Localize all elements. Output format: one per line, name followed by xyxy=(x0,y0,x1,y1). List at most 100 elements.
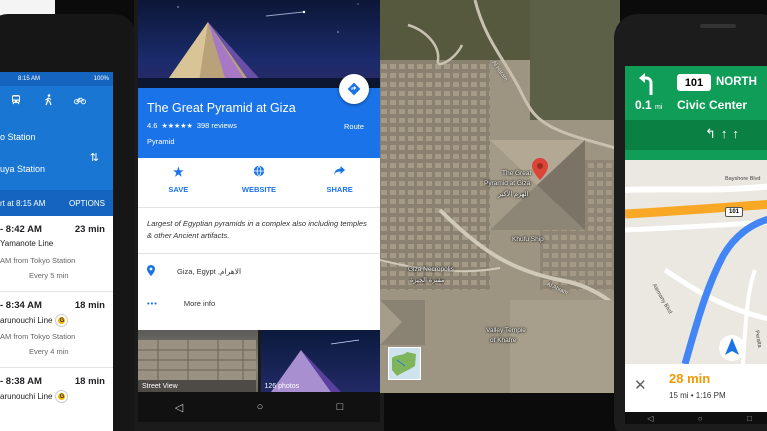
navigation-phone: 101 NORTH 0.1 mi Civic Center ↰↑↑ Baysho… xyxy=(614,14,767,431)
route-line: Yamanote Line xyxy=(0,239,53,248)
route-line-name: Yamanote Line xyxy=(0,239,54,248)
eta-time: 28 min xyxy=(669,371,711,386)
options-button[interactable]: OPTIONS xyxy=(69,199,105,208)
website-button[interactable]: WEBSITE xyxy=(229,165,289,207)
bayshore-label: Bayshore Blvd xyxy=(725,176,761,182)
direction-label: NORTH xyxy=(716,76,757,88)
route-duration: 18 min xyxy=(74,300,105,311)
android-nav-bar: ◁ ○ □ xyxy=(138,392,380,422)
place-rating: 4.6 ★★★★★ 398 reviews xyxy=(147,121,237,130)
route-time: - 8:38 AM xyxy=(0,376,42,387)
more-dots-icon: ••• xyxy=(147,298,158,308)
route-line-name: arunouchi Line xyxy=(0,316,53,325)
place-description: Largest of Egyptian pyramids in a comple… xyxy=(138,208,380,254)
status-bar: 8:15 AM 100% xyxy=(0,72,113,86)
khufu-ship-label: Khufu Ship xyxy=(512,236,544,243)
location-pin-icon xyxy=(147,264,155,278)
place-details: ★ SAVE WEBSITE SHARE Largest of Egyptian… xyxy=(138,158,380,330)
rating-value: 4.6 xyxy=(147,121,158,130)
swap-icon[interactable]: ⇅ xyxy=(90,151,99,164)
pyramid-illustration xyxy=(138,3,380,88)
back-icon[interactable]: ◁ xyxy=(175,401,183,414)
route-frequency: Every 5 min xyxy=(29,271,69,280)
eta-panel: ✕ 28 min 15 mi • 1:16 PM xyxy=(625,364,767,412)
home-icon[interactable]: ○ xyxy=(698,414,703,423)
directions-icon xyxy=(347,82,361,96)
rating-stars: ★★★★★ xyxy=(161,122,193,130)
speaker-grille xyxy=(700,24,736,28)
bike-icon[interactable] xyxy=(74,94,86,106)
route-line: arunouchi Line G xyxy=(0,391,68,402)
route-departure: AM from Tokyo Station xyxy=(0,256,76,265)
route-duration: 23 min xyxy=(74,224,105,235)
route-line-name: arunouchi Line xyxy=(0,392,53,401)
map-thumbnail-icon[interactable] xyxy=(388,347,421,380)
route-time: - 8:42 AM xyxy=(0,224,42,235)
highway-shield: 101 xyxy=(677,74,711,91)
pyramid-photo[interactable] xyxy=(138,0,380,88)
place-header: The Great Pyramid at Giza 4.6 ★★★★★ 398 … xyxy=(138,74,380,158)
route-option[interactable]: - 8:34 AM 18 min arunouchi Line G AM from… xyxy=(0,292,113,368)
save-button[interactable]: ★ SAVE xyxy=(148,165,208,207)
transit-icon[interactable] xyxy=(10,94,22,106)
route-option[interactable]: - 8:38 AM 18 min arunouchi Line G xyxy=(0,368,113,431)
more-info-label: More info xyxy=(183,298,216,308)
save-label: SAVE xyxy=(168,185,189,194)
route-option[interactable]: - 8:42 AM 23 min Yamanote Line AM from T… xyxy=(0,216,113,292)
place-title: The Great Pyramid at Giza xyxy=(147,101,296,115)
map-pin-icon[interactable] xyxy=(532,158,548,180)
street-name: Civic Center xyxy=(677,98,748,112)
navigation-screen: 101 NORTH 0.1 mi Civic Center ↰↑↑ Baysho… xyxy=(625,66,767,424)
route-departure: AM from Tokyo Station xyxy=(0,332,76,341)
place-phone: The Great Pyramid at Giza 4.6 ★★★★★ 398 … xyxy=(134,0,384,431)
necropolis-label: Giza Necropolis xyxy=(408,266,454,273)
globe-icon xyxy=(253,165,265,179)
distance-value: 0.1 xyxy=(635,98,652,112)
turn-left-icon xyxy=(637,73,657,101)
route-frequency: Every 4 min xyxy=(29,347,69,356)
turn-banner: 101 NORTH 0.1 mi Civic Center ↰↑↑ xyxy=(625,66,767,160)
share-icon xyxy=(333,165,346,179)
navigation-map[interactable] xyxy=(625,160,767,364)
lane-guidance xyxy=(625,120,767,150)
line-badge-icon: G xyxy=(56,391,68,402)
share-button[interactable]: SHARE xyxy=(310,165,370,207)
android-nav-bar: ◁ ○ □ xyxy=(625,412,767,424)
origin-field[interactable]: o Station xyxy=(0,132,36,142)
transit-phone: 8:15 AM 100% o Station ⇅ uya Station rt … xyxy=(0,14,136,431)
street-view-label: Street View xyxy=(142,383,178,390)
action-row: ★ SAVE WEBSITE SHARE xyxy=(138,158,380,208)
share-label: SHARE xyxy=(326,185,353,194)
review-count[interactable]: 398 reviews xyxy=(197,121,237,130)
walk-icon[interactable] xyxy=(42,94,54,106)
eta-details: 15 mi • 1:16 PM xyxy=(669,391,726,400)
back-icon[interactable]: ◁ xyxy=(647,414,653,423)
street-view-photo[interactable]: Street View xyxy=(138,330,258,392)
transit-screen: 8:15 AM 100% o Station ⇅ uya Station rt … xyxy=(0,72,113,431)
pin-label-arabic: الهرم الأكبر xyxy=(498,191,529,198)
more-info-row[interactable]: ••• More info xyxy=(138,288,380,318)
satellite-map[interactable]: The Great Pyramid at Giza الهرم الأكبر K… xyxy=(380,0,620,393)
star-icon: ★ xyxy=(172,165,184,179)
photos-thumbnail[interactable]: 126 photos xyxy=(260,330,380,392)
depart-time[interactable]: rt at 8:15 AM xyxy=(0,199,45,208)
status-time: 8:15 AM xyxy=(18,76,41,82)
home-icon[interactable]: ○ xyxy=(257,401,264,413)
address-row[interactable]: Giza, Egypt ,الاهرام xyxy=(138,254,380,288)
pin-label: The Great xyxy=(502,170,532,177)
address-text: Giza, Egypt ,الاهرام xyxy=(177,266,242,276)
recents-icon[interactable]: □ xyxy=(747,414,752,423)
close-icon[interactable]: ✕ xyxy=(634,376,647,394)
route-time: - 8:34 AM xyxy=(0,300,42,311)
recents-icon[interactable]: □ xyxy=(337,401,344,413)
temple-label: of Khafre xyxy=(490,337,517,344)
screenshot: 8:15 AM 100% o Station ⇅ uya Station rt … xyxy=(0,0,767,431)
distance-unit: mi xyxy=(655,104,663,111)
place-type: Pyramid xyxy=(147,137,175,146)
map-highway-shield: 101 xyxy=(725,207,743,217)
destination-field[interactable]: uya Station xyxy=(0,164,45,174)
website-label: WEBSITE xyxy=(241,185,277,194)
route-button[interactable] xyxy=(339,74,369,104)
temple-label: Valley Temple xyxy=(486,327,526,334)
necropolis-label-arabic: مقبرة الجيزة xyxy=(410,277,445,284)
